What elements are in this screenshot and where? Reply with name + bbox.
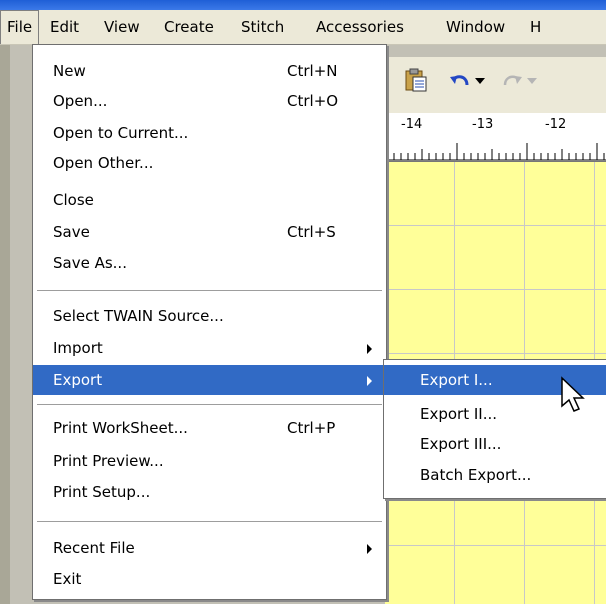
- toolbar: [385, 57, 606, 113]
- ruler-label: -14: [401, 117, 423, 132]
- menu-item-new[interactable]: New Ctrl+N: [33, 56, 386, 86]
- menu-item-open-other[interactable]: Open Other...: [33, 148, 386, 178]
- ruler-ticks: [385, 143, 606, 161]
- menu-stitch[interactable]: Stitch: [235, 10, 290, 44]
- menu-item-close[interactable]: Close: [33, 185, 386, 215]
- menu-view[interactable]: View: [98, 10, 146, 44]
- menu-item-print-worksheet[interactable]: Print WorkSheet... Ctrl+P: [33, 413, 386, 443]
- menu-separator: [37, 290, 382, 292]
- menu-item-save-as[interactable]: Save As...: [33, 248, 386, 278]
- menu-bar: File Edit View Create Stitch Accessories…: [0, 10, 606, 45]
- menu-separator: [37, 521, 382, 523]
- ruler-label: -13: [472, 117, 494, 132]
- title-bar: [0, 0, 606, 10]
- menu-item-exit[interactable]: Exit: [33, 564, 386, 594]
- menu-item-recent-file[interactable]: Recent File: [33, 533, 386, 563]
- undo-dropdown-icon[interactable]: [471, 67, 489, 101]
- paste-icon[interactable]: [399, 67, 433, 101]
- menu-item-open[interactable]: Open... Ctrl+O: [33, 86, 386, 116]
- menu-item-print-setup[interactable]: Print Setup...: [33, 477, 386, 507]
- left-frame: [0, 45, 10, 604]
- menu-create[interactable]: Create: [158, 10, 220, 44]
- submenu-arrow-icon: [367, 344, 372, 354]
- submenu-item-export-3[interactable]: Export III...: [384, 429, 606, 459]
- menu-window[interactable]: Window: [440, 10, 511, 44]
- menu-item-select-twain[interactable]: Select TWAIN Source...: [33, 301, 386, 331]
- menu-item-save[interactable]: Save Ctrl+S: [33, 217, 386, 247]
- menu-separator: [37, 404, 382, 406]
- menu-file[interactable]: File: [0, 10, 40, 44]
- submenu-arrow-icon: [367, 544, 372, 554]
- menu-item-import[interactable]: Import: [33, 333, 386, 363]
- menu-help[interactable]: H: [524, 10, 547, 44]
- redo-dropdown-icon[interactable]: [523, 67, 541, 101]
- menu-accessories[interactable]: Accessories: [310, 10, 410, 44]
- file-menu: New Ctrl+N Open... Ctrl+O Open to Curren…: [32, 44, 387, 600]
- menu-item-open-to-current[interactable]: Open to Current...: [33, 118, 386, 148]
- ruler-label: -12: [545, 117, 567, 132]
- horizontal-ruler: -14 -13 -12: [385, 113, 606, 162]
- menu-item-print-preview[interactable]: Print Preview...: [33, 446, 386, 476]
- submenu-item-batch-export[interactable]: Batch Export...: [384, 460, 606, 490]
- menu-item-export[interactable]: Export: [33, 365, 386, 395]
- submenu-arrow-icon: [367, 376, 372, 386]
- menu-edit[interactable]: Edit: [44, 10, 85, 44]
- mouse-cursor-icon: [560, 376, 586, 418]
